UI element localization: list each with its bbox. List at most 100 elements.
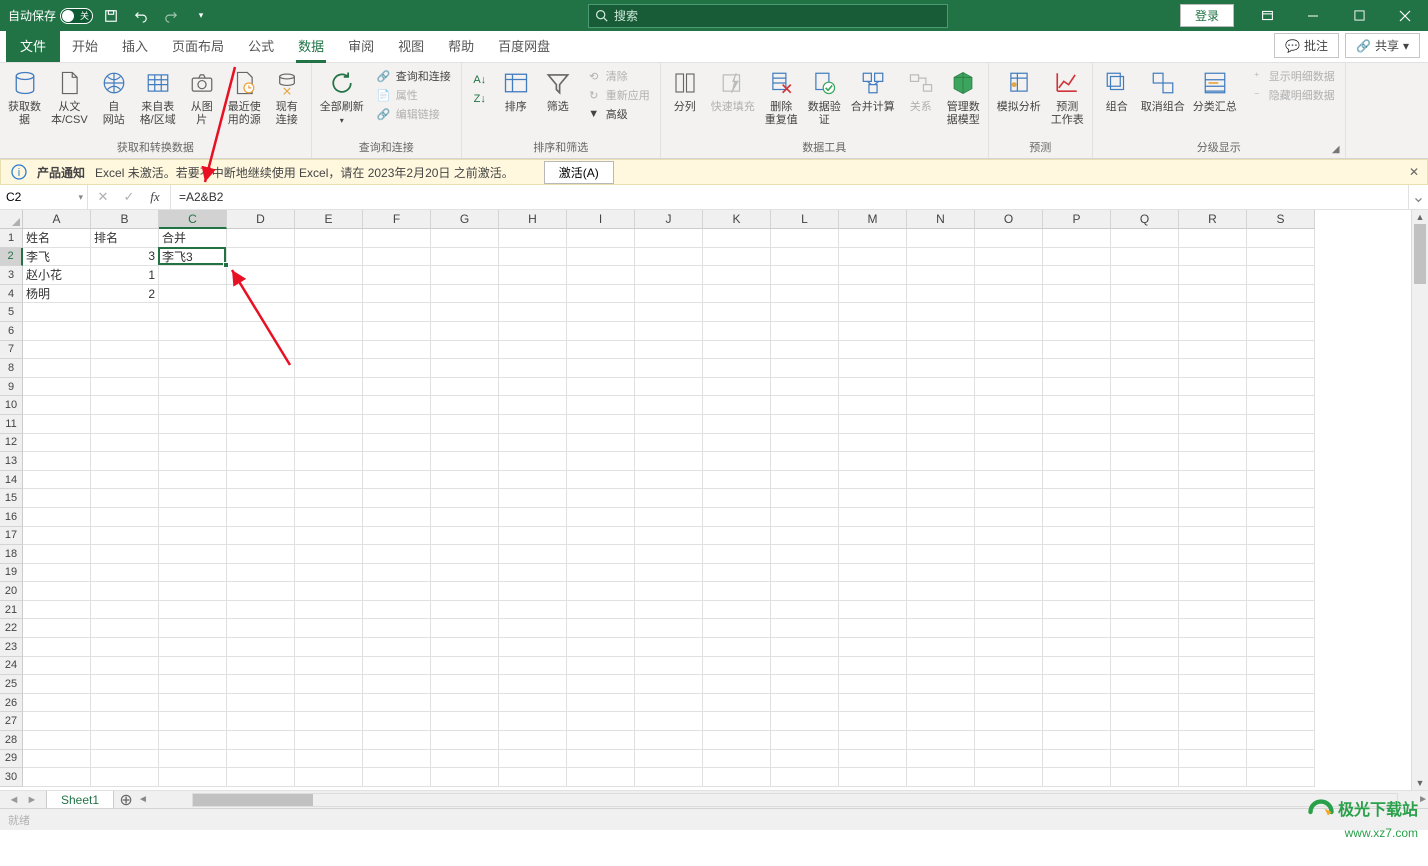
cell-J17[interactable] xyxy=(635,527,703,546)
cell-G25[interactable] xyxy=(431,675,499,694)
cell-G8[interactable] xyxy=(431,359,499,378)
comments-button[interactable]: 💬 批注 xyxy=(1274,33,1339,58)
cell-S15[interactable] xyxy=(1247,489,1315,508)
cell-N6[interactable] xyxy=(907,322,975,341)
col-header-J[interactable]: J xyxy=(635,210,703,229)
g4-btn-6[interactable]: 管理数据模型 xyxy=(943,65,984,129)
cell-F12[interactable] xyxy=(363,434,431,453)
cell-C20[interactable] xyxy=(159,582,227,601)
hscroll-left-button[interactable]: ◄ xyxy=(138,794,148,805)
cell-O24[interactable] xyxy=(975,657,1043,676)
cell-Q11[interactable] xyxy=(1111,415,1179,434)
cell-Q8[interactable] xyxy=(1111,359,1179,378)
cell-D23[interactable] xyxy=(227,638,295,657)
cell-B28[interactable] xyxy=(91,731,159,750)
cell-R3[interactable] xyxy=(1179,266,1247,285)
row-header-23[interactable]: 23 xyxy=(0,638,23,657)
cell-C26[interactable] xyxy=(159,694,227,713)
name-box[interactable]: C2 xyxy=(0,185,88,209)
cell-F18[interactable] xyxy=(363,545,431,564)
col-header-B[interactable]: B xyxy=(91,210,159,229)
sheet-nav-prev[interactable]: ◄ xyxy=(6,794,22,806)
filter-button[interactable]: 筛选 xyxy=(538,65,578,116)
cell-A5[interactable] xyxy=(23,303,91,322)
cell-D27[interactable] xyxy=(227,712,295,731)
cell-B25[interactable] xyxy=(91,675,159,694)
cell-D28[interactable] xyxy=(227,731,295,750)
cell-L30[interactable] xyxy=(771,768,839,787)
cell-N13[interactable] xyxy=(907,452,975,471)
cell-C21[interactable] xyxy=(159,601,227,620)
cell-K17[interactable] xyxy=(703,527,771,546)
cell-L2[interactable] xyxy=(771,248,839,267)
g1-btn-0[interactable]: 获取数据 xyxy=(4,65,45,129)
cell-O29[interactable] xyxy=(975,750,1043,769)
cell-F13[interactable] xyxy=(363,452,431,471)
cell-H23[interactable] xyxy=(499,638,567,657)
col-header-D[interactable]: D xyxy=(227,210,295,229)
cell-E6[interactable] xyxy=(295,322,363,341)
sheet-tab-1[interactable]: Sheet1 xyxy=(46,791,114,809)
cell-G4[interactable] xyxy=(431,285,499,304)
row-header-4[interactable]: 4 xyxy=(0,285,23,304)
cell-I25[interactable] xyxy=(567,675,635,694)
cell-H20[interactable] xyxy=(499,582,567,601)
cell-N7[interactable] xyxy=(907,341,975,360)
cell-R16[interactable] xyxy=(1179,508,1247,527)
cell-D4[interactable] xyxy=(227,285,295,304)
ribbon-small-g3stack-2[interactable]: ▼高级 xyxy=(584,105,652,123)
cell-H19[interactable] xyxy=(499,564,567,583)
cell-P9[interactable] xyxy=(1043,378,1111,397)
cell-D21[interactable] xyxy=(227,601,295,620)
row-header-11[interactable]: 11 xyxy=(0,415,23,434)
cell-A10[interactable] xyxy=(23,396,91,415)
cell-R14[interactable] xyxy=(1179,471,1247,490)
cell-F1[interactable] xyxy=(363,229,431,248)
cell-B21[interactable] xyxy=(91,601,159,620)
cell-N11[interactable] xyxy=(907,415,975,434)
cell-J18[interactable] xyxy=(635,545,703,564)
cell-N9[interactable] xyxy=(907,378,975,397)
cell-N1[interactable] xyxy=(907,229,975,248)
cell-J1[interactable] xyxy=(635,229,703,248)
cell-A24[interactable] xyxy=(23,657,91,676)
cell-R12[interactable] xyxy=(1179,434,1247,453)
cell-O3[interactable] xyxy=(975,266,1043,285)
cell-F3[interactable] xyxy=(363,266,431,285)
ribbon-tab-6[interactable]: 视图 xyxy=(386,29,436,62)
cell-H11[interactable] xyxy=(499,415,567,434)
cell-E2[interactable] xyxy=(295,248,363,267)
cell-K21[interactable] xyxy=(703,601,771,620)
cell-B7[interactable] xyxy=(91,341,159,360)
cell-O5[interactable] xyxy=(975,303,1043,322)
cell-C28[interactable] xyxy=(159,731,227,750)
row-header-28[interactable]: 28 xyxy=(0,731,23,750)
cell-M25[interactable] xyxy=(839,675,907,694)
cell-O26[interactable] xyxy=(975,694,1043,713)
cell-A30[interactable] xyxy=(23,768,91,787)
cell-P16[interactable] xyxy=(1043,508,1111,527)
ribbon-tab-4[interactable]: 数据 xyxy=(286,29,336,62)
cell-E26[interactable] xyxy=(295,694,363,713)
sheet-nav-next[interactable]: ► xyxy=(24,794,40,806)
cell-O17[interactable] xyxy=(975,527,1043,546)
row-header-18[interactable]: 18 xyxy=(0,545,23,564)
row-header-26[interactable]: 26 xyxy=(0,694,23,713)
cell-P12[interactable] xyxy=(1043,434,1111,453)
cell-L20[interactable] xyxy=(771,582,839,601)
cell-M23[interactable] xyxy=(839,638,907,657)
cell-L21[interactable] xyxy=(771,601,839,620)
cell-E30[interactable] xyxy=(295,768,363,787)
cell-B3[interactable]: 1 xyxy=(91,266,159,285)
cell-E8[interactable] xyxy=(295,359,363,378)
cell-K10[interactable] xyxy=(703,396,771,415)
cell-F27[interactable] xyxy=(363,712,431,731)
row-header-7[interactable]: 7 xyxy=(0,341,23,360)
cell-C18[interactable] xyxy=(159,545,227,564)
cell-Q6[interactable] xyxy=(1111,322,1179,341)
cell-G16[interactable] xyxy=(431,508,499,527)
cell-L16[interactable] xyxy=(771,508,839,527)
cell-F25[interactable] xyxy=(363,675,431,694)
cell-H16[interactable] xyxy=(499,508,567,527)
cell-O4[interactable] xyxy=(975,285,1043,304)
